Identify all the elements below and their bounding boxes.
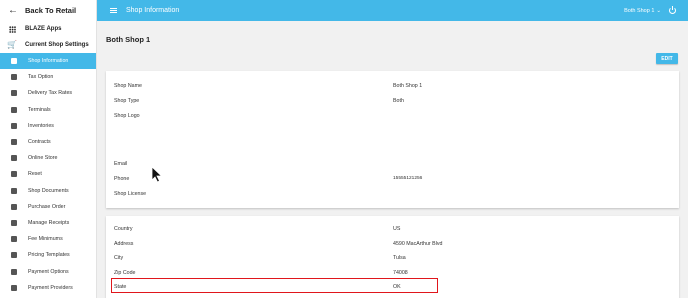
field-label: Shop License xyxy=(114,191,147,197)
field-value: Both xyxy=(393,98,404,104)
shop-selector-label: Both Shop 1 xyxy=(624,7,655,14)
sidebar-item-manage-receipts[interactable]: Manage Receipts xyxy=(0,215,96,231)
sidebar-item-tax-option[interactable]: Tax Option xyxy=(0,69,96,85)
briefcase-icon xyxy=(10,106,18,114)
sidebar-item-fee-minimums[interactable]: Fee Minimums xyxy=(0,231,96,247)
sidebar-item-label: Delivery Tax Rates xyxy=(28,90,73,97)
top-app-bar: Shop Information Both Shop 1 ⌄ xyxy=(97,0,688,21)
sidebar-item-delivery-tax-rates[interactable]: Delivery Tax Rates xyxy=(0,85,96,101)
arrow-left-icon: ← xyxy=(8,5,18,16)
hamburger-menu-icon[interactable] xyxy=(110,7,117,14)
sidebar-item-label: Contracts xyxy=(28,139,51,146)
sidebar-item-label: Online Store xyxy=(28,155,58,162)
blaze-apps-link[interactable]: BLAZE Apps xyxy=(0,21,96,37)
field-value: 4590 MacArthur Blvd xyxy=(393,241,443,247)
field-label: Shop Type xyxy=(114,98,140,104)
field-value: Tulsa xyxy=(393,255,406,261)
field-label: Shop Name xyxy=(114,83,142,89)
field-value: 15555121256 xyxy=(393,176,423,181)
document-icon xyxy=(10,187,18,195)
cart-icon xyxy=(10,154,18,162)
refresh-icon xyxy=(10,170,18,178)
apps-grid-icon xyxy=(7,25,17,33)
store-icon xyxy=(10,57,18,65)
sidebar-item-terminals[interactable]: Terminals xyxy=(0,102,96,118)
receipt-icon xyxy=(10,219,18,227)
shop-details-card: Shop Name Both Shop 1 Shop Type Both Sho… xyxy=(106,71,679,208)
power-icon[interactable] xyxy=(669,6,676,14)
sidebar-item-label: Reset xyxy=(28,171,42,178)
sidebar-item-label: Fee Minimums xyxy=(28,236,63,243)
sidebar-item-label: Shop Documents xyxy=(28,187,69,194)
contract-icon xyxy=(10,138,18,146)
cart-icon: 🛒 xyxy=(7,40,17,49)
sidebar-item-label: Payment Providers xyxy=(28,284,73,291)
field-label: Country xyxy=(114,226,133,232)
blaze-apps-label: BLAZE Apps xyxy=(25,26,62,32)
field-label: Email xyxy=(114,161,128,167)
sidebar-item-label: Purchase Order xyxy=(28,203,66,210)
sidebar-item-label: Payment Options xyxy=(28,268,69,275)
edit-button[interactable]: EDIT xyxy=(656,53,678,64)
shop-selector-dropdown[interactable]: Both Shop 1 ⌄ xyxy=(624,8,661,14)
state-highlight-box xyxy=(111,278,438,293)
cart-off-icon xyxy=(10,89,18,97)
sidebar-item-inventories[interactable]: Inventories xyxy=(0,118,96,134)
mouse-cursor-icon xyxy=(151,166,163,183)
sidebar-item-label: Shop Information xyxy=(28,58,69,65)
sidebar-item-online-store[interactable]: Online Store xyxy=(0,150,96,166)
sidebar-item-label: Pricing Templates xyxy=(28,252,70,259)
sidebar-item-reset[interactable]: Reset xyxy=(0,166,96,182)
page-title: Both Shop 1 xyxy=(106,35,151,44)
address-card: Country US Address 4590 MacArthur Blvd C… xyxy=(106,216,679,298)
field-value: Both Shop 1 xyxy=(393,83,423,89)
current-shop-settings-label: Current Shop Settings xyxy=(25,42,89,48)
back-label: Back To Retail xyxy=(25,6,77,15)
field-label: City xyxy=(114,255,124,261)
header-title: Shop Information xyxy=(126,7,180,14)
field-label: Shop Logo xyxy=(114,113,140,119)
sidebar-item-payment-providers[interactable]: Payment Providers xyxy=(0,280,96,296)
sidebar-item-label: Manage Receipts xyxy=(28,219,70,226)
field-label: Phone xyxy=(114,176,130,182)
current-shop-settings-header[interactable]: 🛒 Current Shop Settings xyxy=(0,37,96,53)
field-value: US xyxy=(393,226,401,232)
field-value: 74008 xyxy=(393,270,408,276)
list-icon xyxy=(10,251,18,259)
sidebar-item-label: Terminals xyxy=(28,106,51,113)
inventory-icon xyxy=(10,122,18,130)
list-icon xyxy=(10,203,18,211)
chevron-down-icon: ⌄ xyxy=(656,7,661,14)
sidebar: ← Back To Retail BLAZE Apps 🛒 Current Sh… xyxy=(0,0,97,298)
back-to-retail-link[interactable]: ← Back To Retail xyxy=(0,0,96,21)
field-label: Address xyxy=(114,241,134,247)
card-icon xyxy=(10,268,18,276)
field-label: Zip Code xyxy=(114,270,136,276)
sidebar-item-purchase-order[interactable]: Purchase Order xyxy=(0,199,96,215)
sidebar-item-payment-options[interactable]: Payment Options xyxy=(0,263,96,279)
cart-icon xyxy=(10,73,18,81)
sidebar-item-label: Tax Option xyxy=(28,74,54,81)
card-icon xyxy=(10,284,18,292)
sidebar-item-shop-documents[interactable]: Shop Documents xyxy=(0,183,96,199)
sidebar-item-contracts[interactable]: Contracts xyxy=(0,134,96,150)
dollar-icon xyxy=(10,235,18,243)
sidebar-item-pricing-templates[interactable]: Pricing Templates xyxy=(0,247,96,263)
sidebar-item-label: Inventories xyxy=(28,122,54,129)
sidebar-item-shop-information[interactable]: Shop Information xyxy=(0,53,96,70)
main-content: Both Shop 1 EDIT Shop Name Both Shop 1 S… xyxy=(97,21,688,298)
